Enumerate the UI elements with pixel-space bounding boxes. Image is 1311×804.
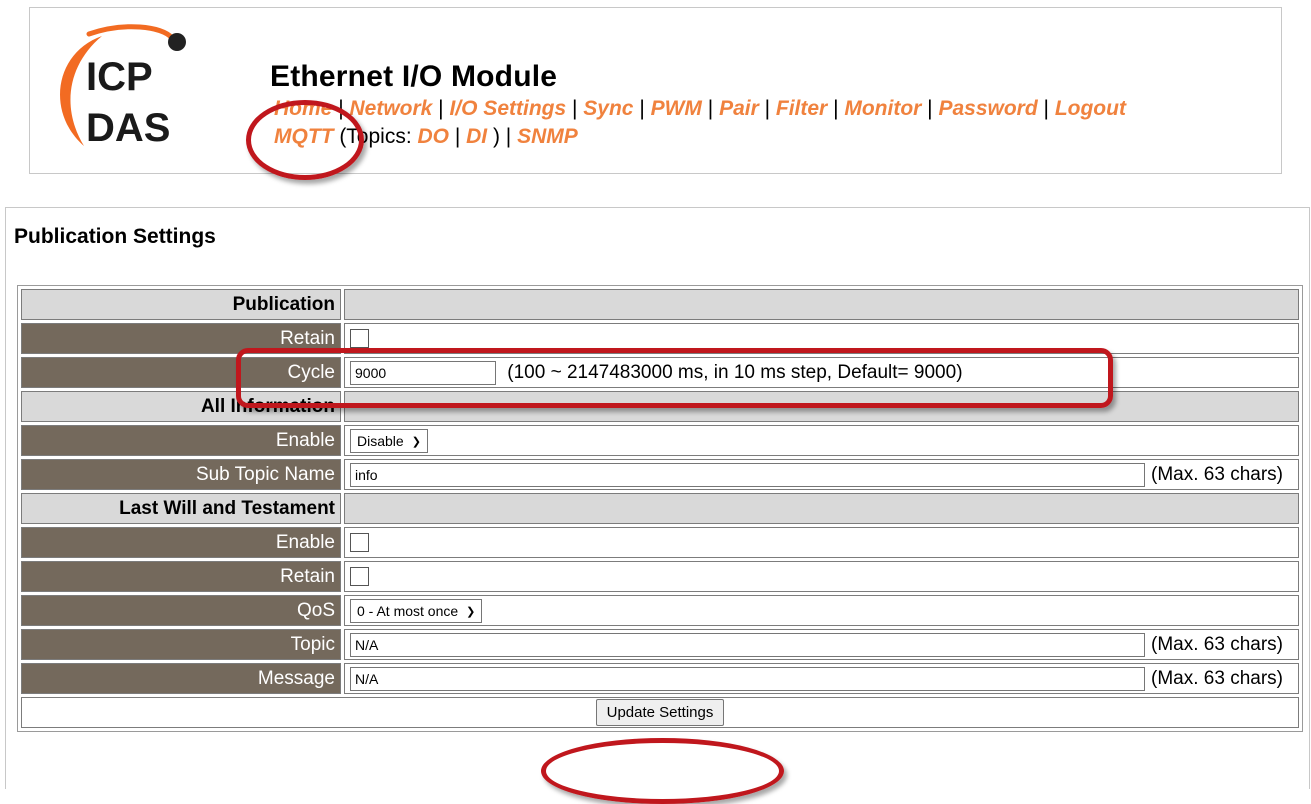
nav-logout[interactable]: Logout [1055,97,1126,120]
svg-text:DAS: DAS [86,106,170,150]
subtopic-input[interactable] [350,462,1146,487]
table-row: Update Settings [21,697,1299,728]
nav-topic-di[interactable]: DI [466,125,487,148]
chevron-down-icon: ❯ [411,435,421,448]
message-hint: (Max. 63 chars) [1151,667,1283,689]
nav-pair[interactable]: Pair [719,97,759,120]
svg-text:ICP: ICP [86,55,153,99]
section-row: Publication [21,289,1299,320]
table-row: Cycle (100 ~ 2147483000 ms, in 10 ms ste… [21,357,1299,388]
icp-das-logo: ICP DAS [60,24,186,150]
section-row: All Information [21,391,1299,422]
lwt-retain-checkbox[interactable] [350,566,369,586]
nav-monitor[interactable]: Monitor [844,97,921,120]
section-fill [344,289,1299,320]
nav-snmp[interactable]: SNMP [517,125,578,148]
chevron-down-icon: ❯ [466,605,476,618]
nav-home[interactable]: Home [274,97,332,120]
table-row: Enable [21,527,1299,558]
info-enable-value: Disable [357,432,404,449]
table-row: Retain [21,323,1299,354]
publication-retain-checkbox[interactable] [350,328,369,348]
nav-network[interactable]: Network [349,97,432,120]
qos-select[interactable]: 0 - At most once ❯ [350,598,483,623]
topic-label: Topic [21,629,341,660]
table-row: Retain [21,561,1299,592]
message-label: Message [21,663,341,694]
topic-hint: (Max. 63 chars) [1151,633,1283,655]
publication-settings-panel: Publication Settings Publication Retain … [5,207,1310,789]
nav-filter[interactable]: Filter [776,97,827,120]
qos-label: QoS [21,595,341,626]
info-enable-label: Enable [21,425,341,456]
main-nav: Home | Network | I/O Settings | Sync | P… [274,97,1126,120]
subtopic-hint: (Max. 63 chars) [1151,463,1283,485]
table-row: QoS 0 - At most once ❯ [21,595,1299,626]
qos-value: 0 - At most once [357,602,459,619]
section-publication-heading: Publication [21,289,341,320]
info-enable-select[interactable]: Disable ❯ [350,428,428,453]
nav-password[interactable]: Password [938,97,1037,120]
nav-mqtt[interactable]: MQTT [274,125,333,148]
header: ICP DAS Ethernet I/O Module Home | Netwo… [29,7,1282,174]
settings-table: Publication Retain Cycle (100 ~ 21474830… [17,285,1303,732]
table-row: Message (Max. 63 chars) [21,663,1299,694]
update-settings-button[interactable]: Update Settings [595,699,725,726]
table-row: Enable Disable ❯ [21,425,1299,456]
message-input[interactable] [350,666,1146,691]
subtopic-label: Sub Topic Name [21,459,341,490]
nav-topic-do[interactable]: DO [418,125,450,148]
nav-io-settings[interactable]: I/O Settings [449,97,566,120]
lwt-retain-label: Retain [21,561,341,592]
section-fill [344,391,1299,422]
table-row: Sub Topic Name (Max. 63 chars) [21,459,1299,490]
lwt-enable-checkbox[interactable] [350,532,369,552]
panel-title: Publication Settings [14,225,216,248]
topics-open-text: (Topics: [333,125,418,148]
module-title: Ethernet I/O Module [270,60,558,93]
section-all-information-heading: All Information [21,391,341,422]
nav-pwm[interactable]: PWM [651,97,702,120]
lwt-enable-label: Enable [21,527,341,558]
cycle-input[interactable] [350,360,496,385]
section-lwt-heading: Last Will and Testament [21,493,341,524]
nav-sync[interactable]: Sync [583,97,633,120]
section-row: Last Will and Testament [21,493,1299,524]
section-fill [344,493,1299,524]
cycle-label: Cycle [21,357,341,388]
cycle-hint: (100 ~ 2147483000 ms, in 10 ms step, Def… [507,361,963,383]
mqtt-nav: MQTT (Topics: DO | DI ) | SNMP [274,125,578,148]
publication-retain-label: Retain [21,323,341,354]
topics-close-text: ) | [487,125,518,148]
table-row: Topic (Max. 63 chars) [21,629,1299,660]
topic-input[interactable] [350,632,1146,657]
